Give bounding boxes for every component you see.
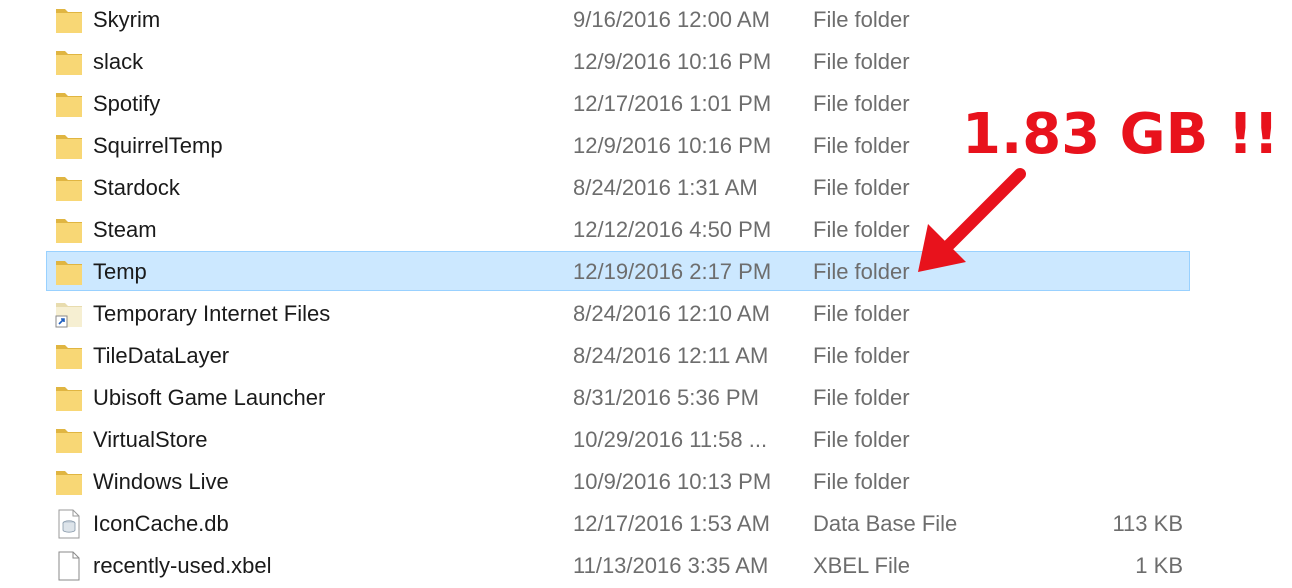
file-name: recently-used.xbel: [93, 553, 272, 578]
file-type: Data Base File: [813, 511, 958, 536]
file-name: IconCache.db: [93, 511, 229, 536]
date-modified: 12/9/2016 10:16 PM: [573, 49, 772, 74]
size-annotation: 1.83 GB !!: [962, 102, 1279, 167]
blank-file-icon: [55, 551, 83, 581]
database-file-icon: [55, 509, 83, 539]
folder-icon: [55, 425, 83, 455]
file-type: File folder: [813, 469, 910, 494]
date-modified: 12/9/2016 10:16 PM: [573, 133, 772, 158]
file-name: Skyrim: [93, 7, 161, 32]
file-size: 113 KB: [1112, 511, 1183, 536]
file-name: Windows Live: [93, 469, 229, 494]
date-modified: 12/17/2016 1:53 AM: [573, 511, 770, 536]
file-type: File folder: [813, 343, 910, 368]
date-modified: 9/16/2016 12:00 AM: [573, 7, 770, 32]
file-row-tiledatalayer[interactable]: TileDataLayer 8/24/2016 12:11 AM File fold…: [46, 335, 1190, 375]
file-name: Temp: [93, 259, 147, 284]
file-type: File folder: [813, 7, 910, 32]
file-type: File folder: [813, 427, 910, 452]
folder-icon: [55, 5, 83, 35]
file-type: File folder: [813, 385, 910, 410]
file-name: VirtualStore: [93, 427, 208, 452]
date-modified: 10/9/2016 10:13 PM: [573, 469, 772, 494]
folder-icon: [55, 383, 83, 413]
date-modified: 8/31/2016 5:36 PM: [573, 385, 759, 410]
file-name: slack: [93, 49, 144, 74]
folder-icon: [55, 215, 83, 245]
file-row-slack[interactable]: slack 12/9/2016 10:16 PM File folder: [46, 41, 1190, 81]
file-row-temporary-internet-files[interactable]: Temporary Internet Files 8/24/2016 12:10 …: [46, 293, 1190, 333]
file-type: File folder: [813, 49, 910, 74]
date-modified: 10/29/2016 11:58 ...: [573, 427, 768, 452]
file-row-ubisoft-game-launcher[interactable]: Ubisoft Game Launcher 8/31/2016 5:36 PM Fi…: [46, 377, 1190, 417]
file-name: Stardock: [93, 175, 180, 200]
date-modified: 11/13/2016 3:35 AM: [573, 553, 769, 578]
date-modified: 8/24/2016 1:31 AM: [573, 175, 758, 200]
date-modified: 8/24/2016 12:11 AM: [573, 343, 769, 368]
file-type: File folder: [813, 217, 910, 242]
file-name: Temporary Internet Files: [93, 301, 331, 326]
date-modified: 12/12/2016 4:50 PM: [573, 217, 772, 242]
file-type: File folder: [813, 91, 910, 116]
file-name: Ubisoft Game Launcher: [93, 385, 326, 410]
date-modified: 12/17/2016 1:01 PM: [573, 91, 772, 116]
file-name: SquirrelTemp: [93, 133, 223, 158]
file-type: File folder: [813, 133, 910, 158]
file-row-virtualstore[interactable]: VirtualStore 10/29/2016 11:58 ... File fol…: [46, 419, 1190, 459]
folder-icon: [55, 257, 83, 287]
file-row-iconcache-db[interactable]: IconCache.db 12/17/2016 1:53 AM Data Base …: [46, 503, 1190, 543]
file-size: 1 KB: [1135, 553, 1183, 578]
folder-icon: [55, 341, 83, 371]
file-name: Steam: [93, 217, 157, 242]
file-row-skyrim[interactable]: Skyrim 9/16/2016 12:00 AM File folder: [46, 0, 1190, 39]
folder-icon: [55, 47, 83, 77]
file-row-recently-used-xbel[interactable]: recently-used.xbel 11/13/2016 3:35 AM XBEL…: [46, 545, 1190, 585]
folder-icon: [55, 173, 83, 203]
folder-icon: [55, 89, 83, 119]
file-type: File folder: [813, 301, 910, 326]
date-modified: 12/19/2016 2:17 PM: [573, 259, 772, 284]
file-name: TileDataLayer: [93, 343, 230, 368]
red-arrow-icon: [918, 168, 1026, 272]
file-name: Spotify: [93, 91, 161, 116]
file-row-windows-live[interactable]: Windows Live 10/9/2016 10:13 PM File folde…: [46, 461, 1190, 501]
folder-shortcut-icon: [55, 299, 83, 329]
folder-icon: [55, 467, 83, 497]
folder-icon: [55, 131, 83, 161]
file-type: XBEL File: [813, 553, 911, 578]
file-type: File folder: [813, 175, 910, 200]
date-modified: 8/24/2016 12:10 AM: [573, 301, 770, 326]
file-type: File folder: [813, 259, 910, 284]
